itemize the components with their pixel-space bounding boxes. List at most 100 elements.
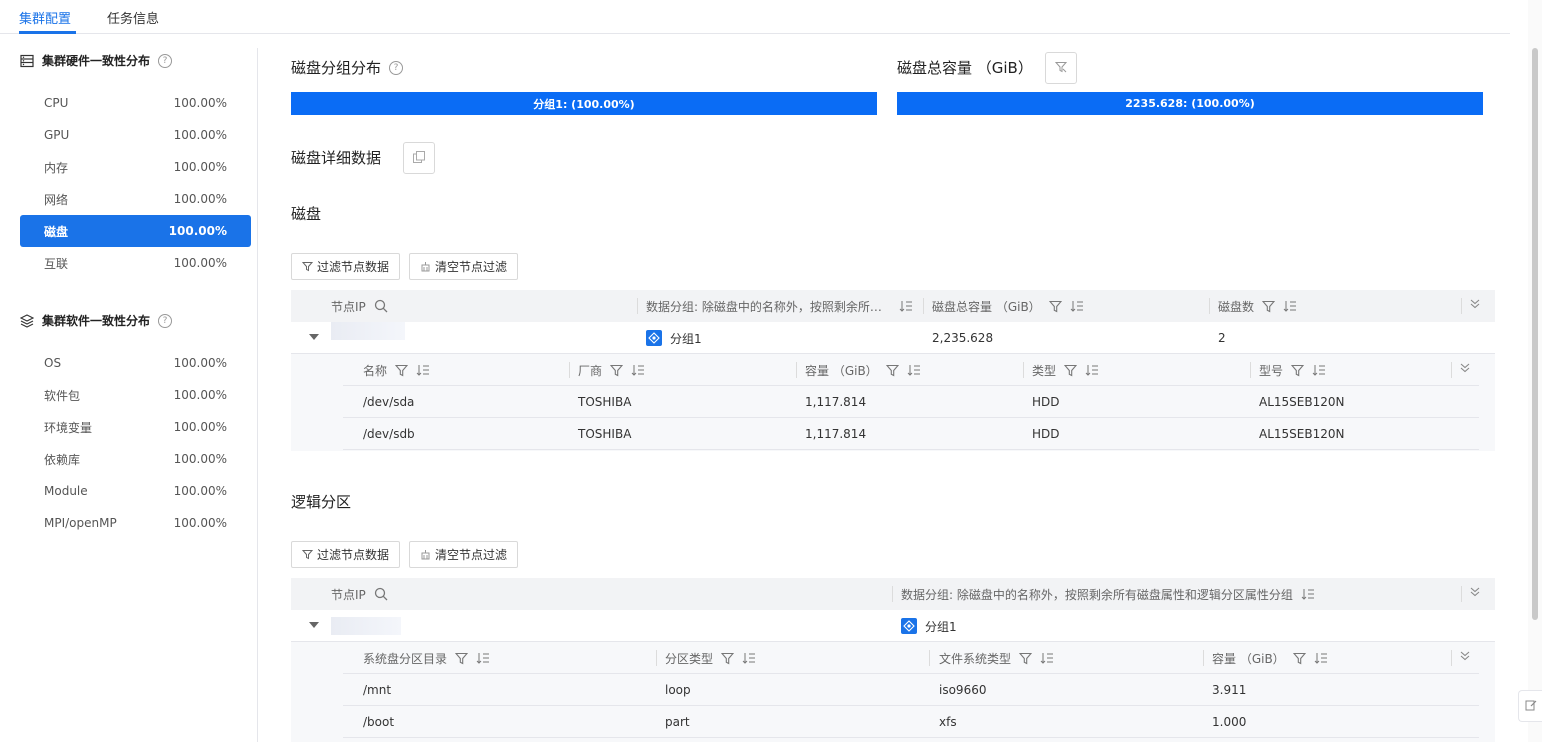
table-cell: TOSHIBA bbox=[578, 427, 632, 441]
double-chevron-down-icon[interactable] bbox=[1469, 298, 1481, 313]
sidebar-item[interactable]: MPI/openMP 100.00% bbox=[20, 507, 251, 539]
group-cell: 分组1 bbox=[646, 322, 702, 354]
sidebar-item[interactable]: 依赖库 100.00% bbox=[20, 443, 251, 475]
filter-icon[interactable] bbox=[1019, 652, 1033, 665]
col-type: 类型 bbox=[1032, 354, 1099, 386]
sidebar-item-label: 软件包 bbox=[44, 388, 81, 403]
col-node-ip: 节点IP bbox=[331, 290, 388, 322]
sort-icon[interactable] bbox=[907, 364, 921, 376]
count-cell: 2 bbox=[1218, 331, 1226, 345]
filter-icon bbox=[302, 549, 313, 560]
filter-icon[interactable] bbox=[610, 364, 624, 377]
table-row[interactable]: /mnt loop iso9660 3.911 bbox=[343, 674, 1479, 706]
sidebar-item[interactable]: 网络 100.00% bbox=[20, 183, 251, 215]
sidebar-item[interactable]: 内存 100.00% bbox=[20, 151, 251, 183]
double-chevron-down-icon[interactable] bbox=[1459, 650, 1471, 665]
table-row[interactable]: 分组1 2,235.628 2 bbox=[291, 322, 1495, 354]
filter-icon[interactable] bbox=[1048, 300, 1062, 313]
filter-node-button[interactable]: 过滤节点数据 bbox=[291, 253, 401, 280]
sidebar-item-value: 100.00% bbox=[173, 516, 227, 530]
filter-icon[interactable] bbox=[1291, 364, 1305, 377]
sort-icon[interactable] bbox=[1312, 364, 1326, 376]
table-row[interactable]: /boot part xfs 1.000 bbox=[343, 706, 1479, 738]
sort-icon[interactable] bbox=[476, 652, 490, 664]
col-data-group: 数据分组: 除磁盘中的名称外，按照剩余所有... bbox=[646, 290, 916, 322]
tab-task-info[interactable]: 任务信息 bbox=[107, 8, 159, 27]
help-icon[interactable]: ? bbox=[389, 60, 404, 75]
help-icon[interactable]: ? bbox=[158, 53, 173, 68]
table-row[interactable]: /dev/sdb TOSHIBA 1,117.814 HDD AL15SEB120N bbox=[343, 418, 1479, 450]
sidebar-item[interactable]: 磁盘 100.00% bbox=[20, 215, 251, 247]
group-distribution-bar[interactable]: 分组1: (100.00%) bbox=[291, 92, 877, 115]
disk-subtable: 名称 厂商 容量 （GiB） 类型 型号 /dev/sda TOSHIBA 1,… bbox=[291, 354, 1495, 451]
sidebar-item[interactable]: 互联 100.00% bbox=[20, 247, 251, 279]
sidebar-item-value: 100.00% bbox=[173, 128, 227, 142]
group-icon bbox=[901, 618, 917, 634]
table-row[interactable]: 分组1 bbox=[291, 610, 1495, 642]
filter-icon[interactable] bbox=[395, 364, 409, 377]
clear-filter-button[interactable]: 清空节点过滤 bbox=[409, 541, 519, 568]
filter-node-button[interactable]: 过滤节点数据 bbox=[291, 541, 401, 568]
divider bbox=[1209, 298, 1210, 314]
hardware-section-title: 集群硬件一致性分布 ? bbox=[20, 52, 173, 69]
sidebar-item[interactable]: 环境变量 100.00% bbox=[20, 411, 251, 443]
edit-icon bbox=[1525, 699, 1537, 714]
sidebar-item[interactable]: OS 100.00% bbox=[20, 347, 251, 379]
filter-icon[interactable] bbox=[721, 652, 735, 665]
divider bbox=[1023, 362, 1024, 378]
table-cell: /mnt bbox=[363, 683, 392, 697]
sort-icon[interactable] bbox=[1301, 588, 1315, 600]
disk-group-title-text: 磁盘分组分布 bbox=[291, 59, 382, 77]
sidebar-item[interactable]: GPU 100.00% bbox=[20, 119, 251, 151]
disk-group-title: 磁盘分组分布 ? bbox=[291, 57, 404, 78]
sidebar-item[interactable]: CPU 100.00% bbox=[20, 87, 251, 119]
search-icon[interactable] bbox=[374, 587, 388, 601]
filter-icon[interactable] bbox=[455, 652, 469, 665]
filter-icon[interactable] bbox=[1064, 364, 1078, 377]
filter-clear-button[interactable] bbox=[1045, 52, 1077, 84]
sidebar-item-label: 互联 bbox=[44, 256, 69, 271]
double-chevron-down-icon[interactable] bbox=[1469, 586, 1481, 601]
app-root: 集群配置 任务信息 集群硬件一致性分布 ? CPU 100.00% GPU 100.0… bbox=[0, 0, 1542, 742]
capacity-distribution-bar[interactable]: 2235.628: (100.00%) bbox=[897, 92, 1483, 115]
table-cell: HDD bbox=[1032, 427, 1060, 441]
expand-caret-icon[interactable] bbox=[309, 622, 319, 628]
divider bbox=[1250, 362, 1251, 378]
filter-icon[interactable] bbox=[1262, 300, 1276, 313]
copy-button[interactable] bbox=[403, 142, 435, 174]
clear-filter-label: 清空节点过滤 bbox=[435, 548, 508, 562]
double-chevron-down-icon[interactable] bbox=[1459, 362, 1471, 377]
filter-icon[interactable] bbox=[885, 364, 899, 377]
expand-caret-icon[interactable] bbox=[309, 334, 319, 340]
sidebar-item[interactable]: Module 100.00% bbox=[20, 475, 251, 507]
table-cell: HDD bbox=[1032, 395, 1060, 409]
group-cell-text: 分组1 bbox=[925, 619, 957, 634]
scrollbar-thumb[interactable] bbox=[1532, 48, 1538, 620]
sort-icon[interactable] bbox=[1314, 652, 1328, 664]
help-icon[interactable]: ? bbox=[158, 313, 173, 328]
sort-icon[interactable] bbox=[742, 652, 756, 664]
tab-cluster-config[interactable]: 集群配置 bbox=[19, 8, 71, 27]
sidebar-item-value: 100.00% bbox=[173, 356, 227, 370]
scrollbar[interactable] bbox=[1528, 0, 1542, 742]
col-mount-dir: 系统盘分区目录 bbox=[363, 642, 490, 674]
filter-icon[interactable] bbox=[1292, 652, 1306, 665]
col-node-ip-label: 节点IP bbox=[331, 587, 366, 602]
sidebar-item-value: 100.00% bbox=[173, 420, 227, 434]
sidebar-item[interactable]: 软件包 100.00% bbox=[20, 379, 251, 411]
sidebar-item-value: 100.00% bbox=[173, 160, 227, 174]
search-icon[interactable] bbox=[374, 299, 388, 313]
table-cell: xfs bbox=[939, 715, 957, 729]
table-row[interactable]: /dev/sda TOSHIBA 1,117.814 HDD AL15SEB120N bbox=[343, 386, 1479, 418]
copy-icon bbox=[412, 150, 426, 167]
clear-filter-button[interactable]: 清空节点过滤 bbox=[409, 253, 519, 280]
sort-icon[interactable] bbox=[1283, 300, 1297, 312]
sort-icon[interactable] bbox=[1070, 300, 1084, 312]
feedback-button[interactable] bbox=[1518, 690, 1542, 722]
sort-icon[interactable] bbox=[1040, 652, 1054, 664]
sort-icon[interactable] bbox=[1085, 364, 1099, 376]
disk-capacity-title: 磁盘总容量 （GiB） bbox=[897, 59, 1033, 77]
sort-icon[interactable] bbox=[631, 364, 645, 376]
sort-icon[interactable] bbox=[416, 364, 430, 376]
sort-icon[interactable] bbox=[899, 300, 913, 312]
